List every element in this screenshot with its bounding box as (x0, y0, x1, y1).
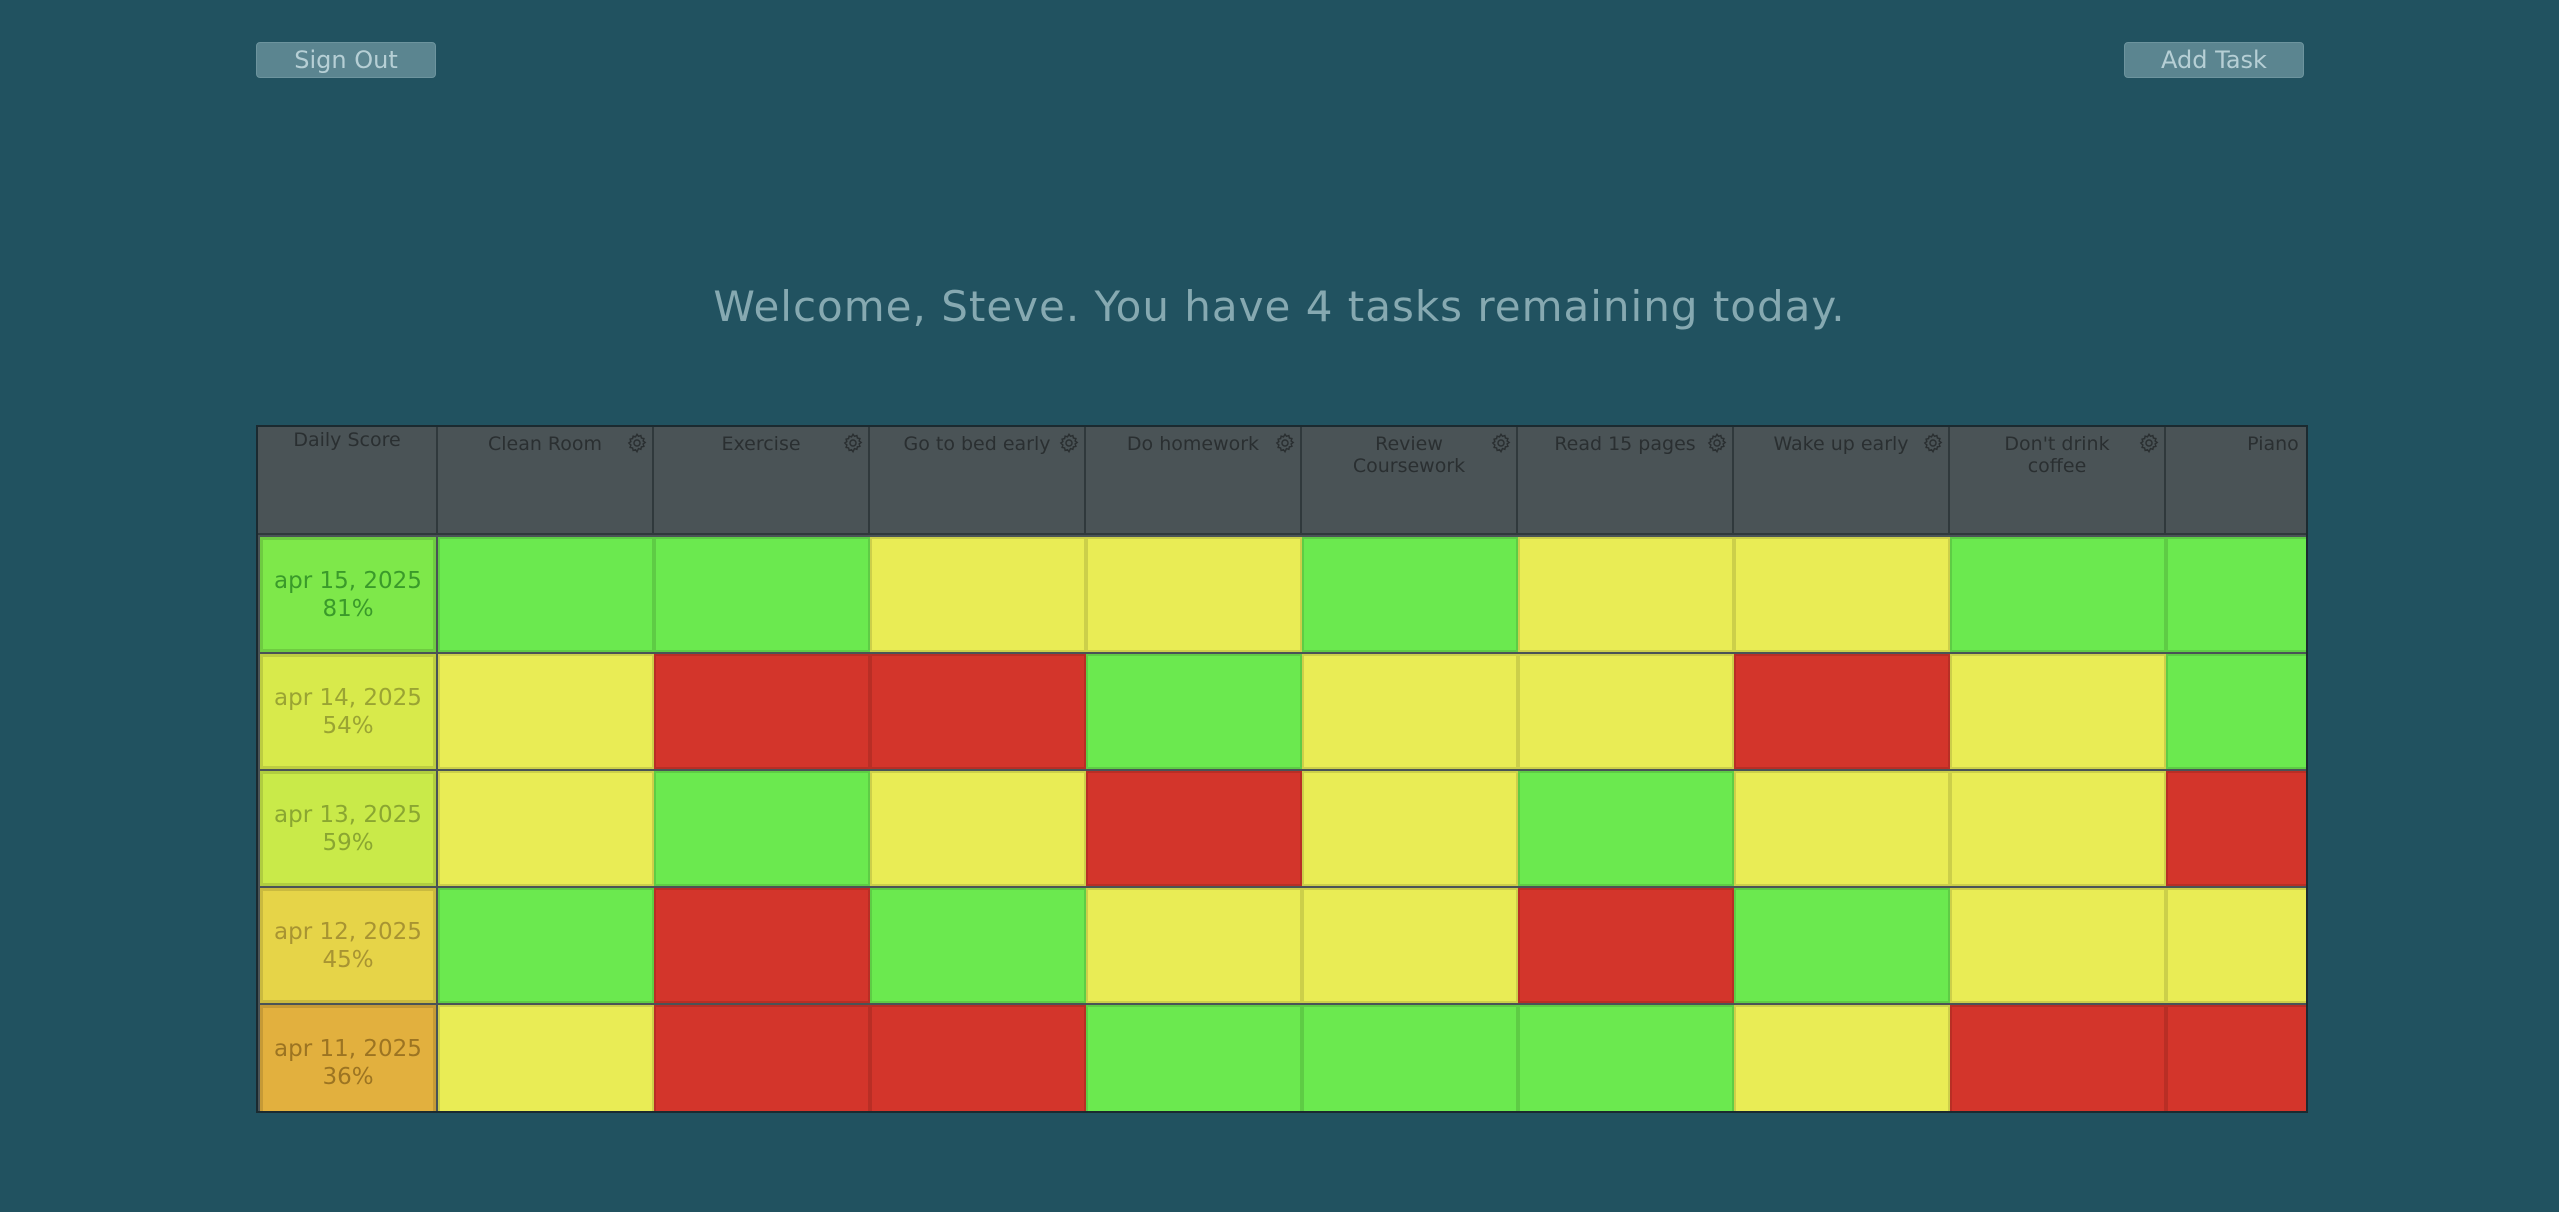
task-name: Wake up early (1773, 433, 1909, 455)
task-status-cell-yellow[interactable] (1950, 654, 2166, 769)
task-header: Review Coursework (1302, 427, 1518, 535)
task-status-cell-yellow[interactable] (1302, 654, 1518, 769)
task-header: Piano (2166, 427, 2306, 535)
gear-icon[interactable] (1706, 432, 1728, 454)
score-percent: 36% (322, 1063, 374, 1090)
score-date: apr 12, 2025 (274, 918, 422, 945)
task-status-cell-red[interactable] (1086, 771, 1302, 886)
task-header: Don't drink coffee (1950, 427, 2166, 535)
task-name: Go to bed early (903, 433, 1051, 455)
task-status-cell-red[interactable] (1518, 888, 1734, 1003)
gear-icon[interactable] (842, 432, 864, 454)
score-percent: 45% (322, 946, 374, 973)
task-status-cell-yellow[interactable] (438, 1005, 654, 1111)
gear-icon[interactable] (1922, 432, 1944, 454)
task-status-cell-yellow[interactable] (1950, 771, 2166, 886)
task-header: Wake up early (1734, 427, 1950, 535)
task-status-cell-yellow[interactable] (870, 771, 1086, 886)
task-status-cell-green[interactable] (654, 537, 870, 652)
task-name: Clean Room (487, 433, 603, 455)
task-header: Go to bed early (870, 427, 1086, 535)
task-status-cell-red[interactable] (2166, 771, 2306, 886)
task-header: Read 15 pages (1518, 427, 1734, 535)
task-status-cell-green[interactable] (1518, 771, 1734, 886)
gear-icon[interactable] (1058, 432, 1080, 454)
task-status-cell-red[interactable] (1950, 1005, 2166, 1111)
task-name: Piano (2247, 433, 2299, 455)
daily-score-cell: apr 14, 2025 54% (260, 654, 436, 769)
task-status-cell-yellow[interactable] (870, 537, 1086, 652)
gear-icon[interactable] (1274, 432, 1296, 454)
gear-icon[interactable] (626, 432, 648, 454)
task-status-cell-green[interactable] (1302, 537, 1518, 652)
daily-score-cell: apr 13, 2025 59% (260, 771, 436, 886)
score-percent: 54% (322, 712, 374, 739)
task-name: Do homework (1126, 433, 1260, 455)
task-status-cell-yellow[interactable] (1086, 888, 1302, 1003)
task-status-cell-yellow[interactable] (1734, 771, 1950, 886)
task-status-cell-green[interactable] (438, 537, 654, 652)
task-status-cell-red[interactable] (654, 888, 870, 1003)
score-date: apr 13, 2025 (274, 801, 422, 828)
task-status-cell-green[interactable] (1734, 888, 1950, 1003)
task-status-cell-green[interactable] (1302, 1005, 1518, 1111)
task-status-cell-green[interactable] (1086, 1005, 1302, 1111)
task-status-cell-red[interactable] (870, 654, 1086, 769)
task-status-cell-yellow[interactable] (1086, 537, 1302, 652)
task-status-cell-yellow[interactable] (1518, 654, 1734, 769)
task-status-cell-green[interactable] (438, 888, 654, 1003)
score-percent: 59% (322, 829, 374, 856)
task-status-cell-red[interactable] (1734, 654, 1950, 769)
daily-score-cell: apr 15, 2025 81% (260, 537, 436, 652)
daily-score-cell: apr 12, 2025 45% (260, 888, 436, 1003)
task-status-cell-green[interactable] (654, 771, 870, 886)
task-status-cell-red[interactable] (654, 654, 870, 769)
task-status-cell-yellow[interactable] (1950, 888, 2166, 1003)
task-header: Do homework (1086, 427, 1302, 535)
task-header: Clean Room (438, 427, 654, 535)
task-name: Read 15 pages (1554, 433, 1696, 455)
task-status-cell-red[interactable] (2166, 1005, 2306, 1111)
add-task-button[interactable]: Add Task (2124, 42, 2304, 78)
daily-score-header: Daily Score (258, 427, 438, 535)
task-header: Exercise (654, 427, 870, 535)
task-status-cell-green[interactable] (2166, 537, 2306, 652)
task-status-cell-yellow[interactable] (1518, 537, 1734, 652)
task-status-cell-green[interactable] (1950, 537, 2166, 652)
task-status-cell-yellow[interactable] (438, 771, 654, 886)
task-status-cell-yellow[interactable] (1734, 537, 1950, 652)
daily-score-cell: apr 11, 2025 36% (260, 1005, 436, 1111)
task-status-cell-yellow[interactable] (1734, 1005, 1950, 1111)
score-date: apr 14, 2025 (274, 684, 422, 711)
score-date: apr 11, 2025 (274, 1035, 422, 1062)
gear-icon[interactable] (1490, 432, 1512, 454)
task-status-cell-red[interactable] (654, 1005, 870, 1111)
task-name: Exercise (721, 433, 801, 455)
task-status-cell-yellow[interactable] (1302, 771, 1518, 886)
sign-out-button[interactable]: Sign Out (256, 42, 436, 78)
welcome-message: Welcome, Steve. You have 4 tasks remaini… (713, 282, 1846, 331)
score-percent: 81% (322, 595, 374, 622)
habit-grid: Daily Score Clean Room Exercise Go to bed e… (256, 425, 2308, 1113)
task-status-cell-yellow[interactable] (1302, 888, 1518, 1003)
task-status-cell-red[interactable] (870, 1005, 1086, 1111)
task-name: Don't drink coffee (2004, 433, 2110, 477)
task-status-cell-yellow[interactable] (2166, 888, 2306, 1003)
score-date: apr 15, 2025 (274, 567, 422, 594)
task-status-cell-green[interactable] (1086, 654, 1302, 769)
task-status-cell-yellow[interactable] (438, 654, 654, 769)
task-status-cell-green[interactable] (1518, 1005, 1734, 1111)
gear-icon[interactable] (2138, 432, 2160, 454)
task-status-cell-green[interactable] (870, 888, 1086, 1003)
task-status-cell-green[interactable] (2166, 654, 2306, 769)
task-name: Review Coursework (1352, 433, 1466, 477)
